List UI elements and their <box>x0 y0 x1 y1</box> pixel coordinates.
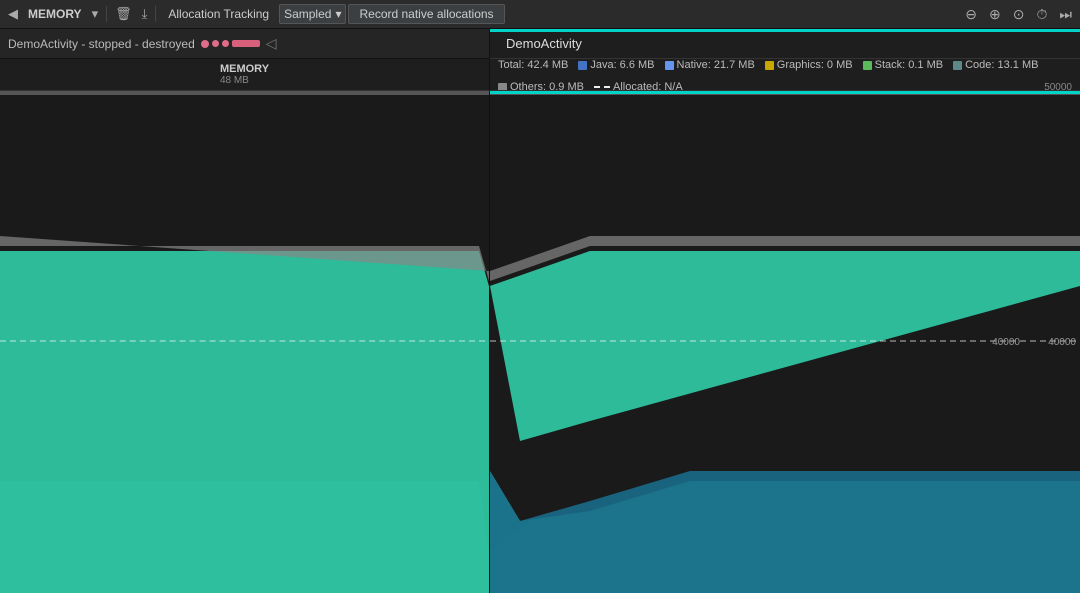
memory-label: MEMORY <box>24 7 86 21</box>
main-toolbar: ◀ MEMORY ▾ 🗑 ⤓ Allocation Tracking Sampl… <box>0 0 1080 29</box>
stats-left-panel: MEMORY 48 MB <box>0 59 490 91</box>
java-color-box <box>578 61 587 70</box>
stat-allocated: Allocated: N/A <box>594 81 683 91</box>
zoom-out-button[interactable]: ⊖ <box>961 4 981 25</box>
dot-2 <box>212 40 219 47</box>
stack-label: Stack: 0.1 MB <box>875 59 943 71</box>
sampled-arrow-icon: ▾ <box>335 7 341 21</box>
demo-activity-title: DemoActivity <box>506 36 582 51</box>
left-chart-panel[interactable]: -16 <box>0 91 490 593</box>
right-chart-panel[interactable]: -16 50000 50000 <box>490 91 1080 593</box>
dot-1 <box>201 40 209 48</box>
clock-icon: ⏱ <box>1036 6 1047 22</box>
left-chart-svg <box>0 91 489 593</box>
stat-stack: Stack: 0.1 MB <box>863 59 943 71</box>
chart-area: -16 -16 <box>0 91 1080 593</box>
export-button[interactable]: ⤓ <box>138 4 152 24</box>
others-color-box <box>498 83 507 92</box>
stat-java: Java: 6.6 MB <box>578 59 654 71</box>
top-teal-line <box>490 91 1080 94</box>
clock-button[interactable]: ⏱ <box>1032 4 1051 25</box>
toolbar-right-controls: ⊖ ⊕ ⊙ ⏱ ⏭ <box>961 4 1076 25</box>
stat-others: Others: 0.9 MB <box>498 81 584 91</box>
dashed-label-right-2: 40000 <box>1048 337 1076 348</box>
back-icon: ◀ <box>8 6 18 22</box>
others-label: Others: 0.9 MB <box>510 81 584 91</box>
triangle-icon: ◁ <box>266 35 277 52</box>
alloc-tracking-button[interactable]: Allocation Tracking <box>160 5 277 23</box>
zoom-in-button[interactable]: ⊕ <box>985 4 1005 25</box>
stats-right-panel: Total: 42.4 MB Java: 6.6 MB Native: 21.7… <box>490 59 1080 91</box>
stat-code: Code: 13.1 MB <box>953 59 1038 71</box>
device-left-panel: DemoActivity - stopped - destroyed ◁ <box>0 29 490 59</box>
zoom-reset-button[interactable]: ⊙ <box>1009 4 1029 25</box>
zoom-out-icon: ⊖ <box>965 6 977 22</box>
code-color-box <box>953 61 962 70</box>
separator-1 <box>106 6 107 22</box>
zoom-reset-icon: ⊙ <box>1013 6 1025 22</box>
dropdown-icon: ▾ <box>92 6 99 22</box>
record-native-button[interactable]: Record native allocations <box>348 4 504 24</box>
allocated-dash <box>594 86 610 88</box>
zoom-in-icon: ⊕ <box>989 6 1001 22</box>
code-label: Code: 13.1 MB <box>965 59 1038 71</box>
native-color-box <box>665 61 674 70</box>
graphics-label: Graphics: 0 MB <box>777 59 853 71</box>
allocated-label: Allocated: N/A <box>613 81 683 91</box>
java-label: Java: 6.6 MB <box>590 59 654 71</box>
device-activity-name: DemoActivity - stopped - destroyed <box>8 37 195 51</box>
status-dots <box>201 40 260 48</box>
stat-native: Native: 21.7 MB <box>665 59 755 71</box>
sampled-label: Sampled <box>284 7 331 21</box>
stats-bar: MEMORY 48 MB Total: 42.4 MB Java: 6.6 MB… <box>0 59 1080 91</box>
memory-big-label: MEMORY <box>220 63 269 75</box>
graphics-color-box <box>765 61 774 70</box>
dot-3 <box>222 40 229 47</box>
dashed-label-right-1: 40000 <box>992 337 1020 348</box>
back-button[interactable]: ◀ <box>4 4 22 24</box>
memory-mb-label: 48 MB <box>220 75 269 86</box>
dot-bar <box>232 40 260 47</box>
record-native-label: Record native allocations <box>359 7 493 21</box>
total-label: Total: 42.4 MB <box>498 59 568 71</box>
delete-icon: 🗑 <box>115 6 132 22</box>
stat-graphics: Graphics: 0 MB <box>765 59 853 71</box>
right-count-label: 50000 <box>1044 82 1072 92</box>
teal-highlight-bar <box>490 29 1080 32</box>
alloc-tracking-label: Allocation Tracking <box>168 7 269 21</box>
native-label: Native: 21.7 MB <box>677 59 755 71</box>
device-bar: DemoActivity - stopped - destroyed ◁ Dem… <box>0 29 1080 59</box>
delete-button[interactable]: 🗑 <box>111 4 136 24</box>
memory-dropdown-button[interactable]: ▾ <box>88 4 103 24</box>
skip-end-button[interactable]: ⏭ <box>1055 4 1076 25</box>
stack-color-box <box>863 61 872 70</box>
export-icon: ⤓ <box>142 6 148 22</box>
activity-right-panel: DemoActivity <box>490 29 1080 59</box>
separator-2 <box>155 6 156 22</box>
skip-end-icon: ⏭ <box>1059 6 1072 22</box>
stat-total: Total: 42.4 MB <box>498 59 568 71</box>
sampled-dropdown[interactable]: Sampled ▾ <box>279 4 346 24</box>
